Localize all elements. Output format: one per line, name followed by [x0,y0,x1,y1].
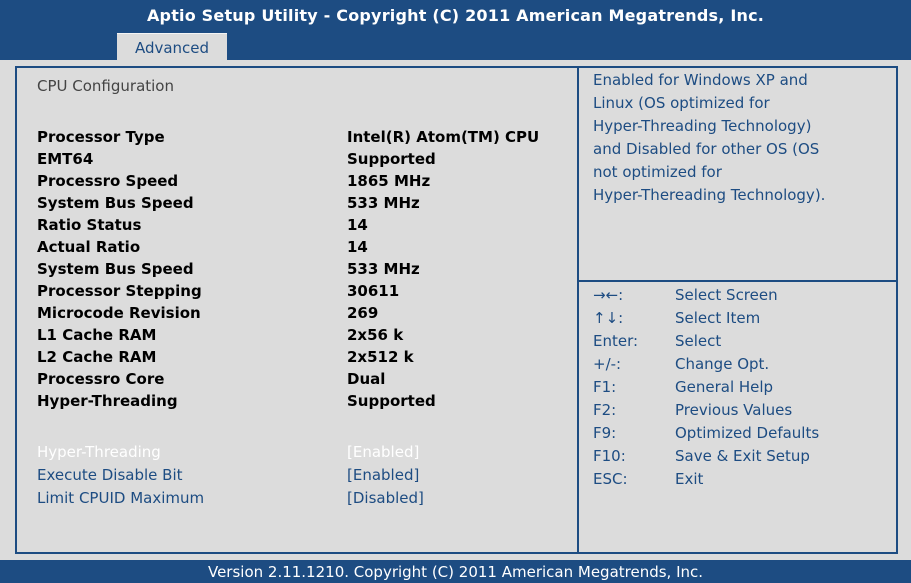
key-name: F9: [593,424,617,442]
info-row-hyper-threading: Hyper-Threading Supported [37,392,577,414]
key-row-esc: ESC: Exit [579,470,896,493]
info-label: L1 Cache RAM [37,326,157,344]
info-row-l2-cache: L2 Cache RAM 2x512 k [37,348,577,370]
setup-frame: CPU Configuration Processor Type Intel(R… [15,66,898,554]
info-value: 533 MHz [347,194,420,212]
info-value: Dual [347,370,386,388]
info-value: 269 [347,304,379,322]
arrows-left-right-icon: →←: [593,286,624,304]
tab-advanced[interactable]: Advanced [117,33,227,61]
section-title: CPU Configuration [37,77,174,95]
key-desc: Save & Exit Setup [675,447,810,465]
option-label: Hyper-Threading [37,443,161,461]
info-value: 2x56 k [347,326,404,344]
info-label: Processor Type [37,128,165,146]
option-value[interactable]: [Disabled] [347,489,424,507]
key-desc: Optimized Defaults [675,424,820,442]
key-desc: Select Screen [675,286,778,304]
info-value: 14 [347,216,368,234]
key-row-f2: F2: Previous Values [579,401,896,424]
option-value[interactable]: [Enabled] [347,443,419,461]
info-label: L2 Cache RAM [37,348,157,366]
key-desc: Change Opt. [675,355,770,373]
key-name: F1: [593,378,617,396]
key-name: F10: [593,447,626,465]
info-row-processor-speed: Processro Speed 1865 MHz [37,172,577,194]
option-hyper-threading[interactable]: Hyper-Threading [Enabled] [37,443,577,465]
help-line: not optimized for [593,163,722,181]
info-label: System Bus Speed [37,260,194,278]
key-desc: Exit [675,470,704,488]
key-name: +/-: [593,355,622,373]
footer-version: Version 2.11.1210. Copyright (C) 2011 Am… [0,560,911,583]
info-row-processor-stepping: Processor Stepping 30611 [37,282,577,304]
app-title: Aptio Setup Utility - Copyright (C) 2011… [146,6,765,25]
key-desc: Select [675,332,722,350]
info-label: Processro Core [37,370,165,388]
key-name: F2: [593,401,617,419]
key-row-enter: Enter: Select [579,332,896,355]
help-line: Linux (OS optimized for [593,94,770,112]
help-line: Hyper-Thereading Technology). [593,186,826,204]
info-label: Ratio Status [37,216,142,234]
info-row-processor-type: Processor Type Intel(R) Atom(TM) CPU [37,128,577,150]
info-label: Hyper-Threading [37,392,178,410]
help-line: Enabled for Windows XP and [593,71,808,89]
info-row-ratio-status: Ratio Status 14 [37,216,577,238]
key-name: Enter: [593,332,639,350]
info-label: Microcode Revision [37,304,201,322]
info-label: Processro Speed [37,172,179,190]
info-value: 30611 [347,282,400,300]
info-row-processor-core: Processro Core Dual [37,370,577,392]
info-row-system-bus-speed-2: System Bus Speed 533 MHz [37,260,577,282]
info-label: System Bus Speed [37,194,194,212]
option-label: Execute Disable Bit [37,466,183,484]
key-legend: →←: Select Screen ↑↓: Select Item Enter:… [579,282,896,552]
info-value: 533 MHz [347,260,420,278]
info-label: Actual Ratio [37,238,141,256]
help-panel: Enabled for Windows XP and Linux (OS opt… [579,68,896,282]
key-row-f1: F1: General Help [579,378,896,401]
key-row-change-opt: +/-: Change Opt. [579,355,896,378]
arrows-up-down-icon: ↑↓: [593,309,624,327]
info-value: 14 [347,238,368,256]
key-row-select-item: ↑↓: Select Item [579,309,896,332]
option-execute-disable-bit[interactable]: Execute Disable Bit [Enabled] [37,466,577,488]
help-line: Hyper-Threading Technology) [593,117,812,135]
key-desc: Previous Values [675,401,793,419]
info-row-l1-cache: L1 Cache RAM 2x56 k [37,326,577,348]
settings-panel: CPU Configuration Processor Type Intel(R… [17,68,579,552]
key-name: ESC: [593,470,628,488]
option-label: Limit CPUID Maximum [37,489,205,507]
key-row-f9: F9: Optimized Defaults [579,424,896,447]
info-label: Processor Stepping [37,282,202,300]
title-bar: Aptio Setup Utility - Copyright (C) 2011… [0,0,911,61]
info-value: Supported [347,392,436,410]
info-row-emt64: EMT64 Supported [37,150,577,172]
key-desc: General Help [675,378,774,396]
info-value: Supported [347,150,436,168]
key-row-f10: F10: Save & Exit Setup [579,447,896,470]
info-row-microcode-revision: Microcode Revision 269 [37,304,577,326]
info-row-actual-ratio: Actual Ratio 14 [37,238,577,260]
key-desc: Select Item [675,309,761,327]
key-row-select-screen: →←: Select Screen [579,286,896,309]
info-value: 2x512 k [347,348,414,366]
info-value: 1865 MHz [347,172,431,190]
info-value: Intel(R) Atom(TM) CPU [347,128,540,146]
info-label: EMT64 [37,150,94,168]
info-row-system-bus-speed: System Bus Speed 533 MHz [37,194,577,216]
option-limit-cpuid-maximum[interactable]: Limit CPUID Maximum [Disabled] [37,489,577,511]
help-line: and Disabled for other OS (OS [593,140,820,158]
option-value[interactable]: [Enabled] [347,466,419,484]
